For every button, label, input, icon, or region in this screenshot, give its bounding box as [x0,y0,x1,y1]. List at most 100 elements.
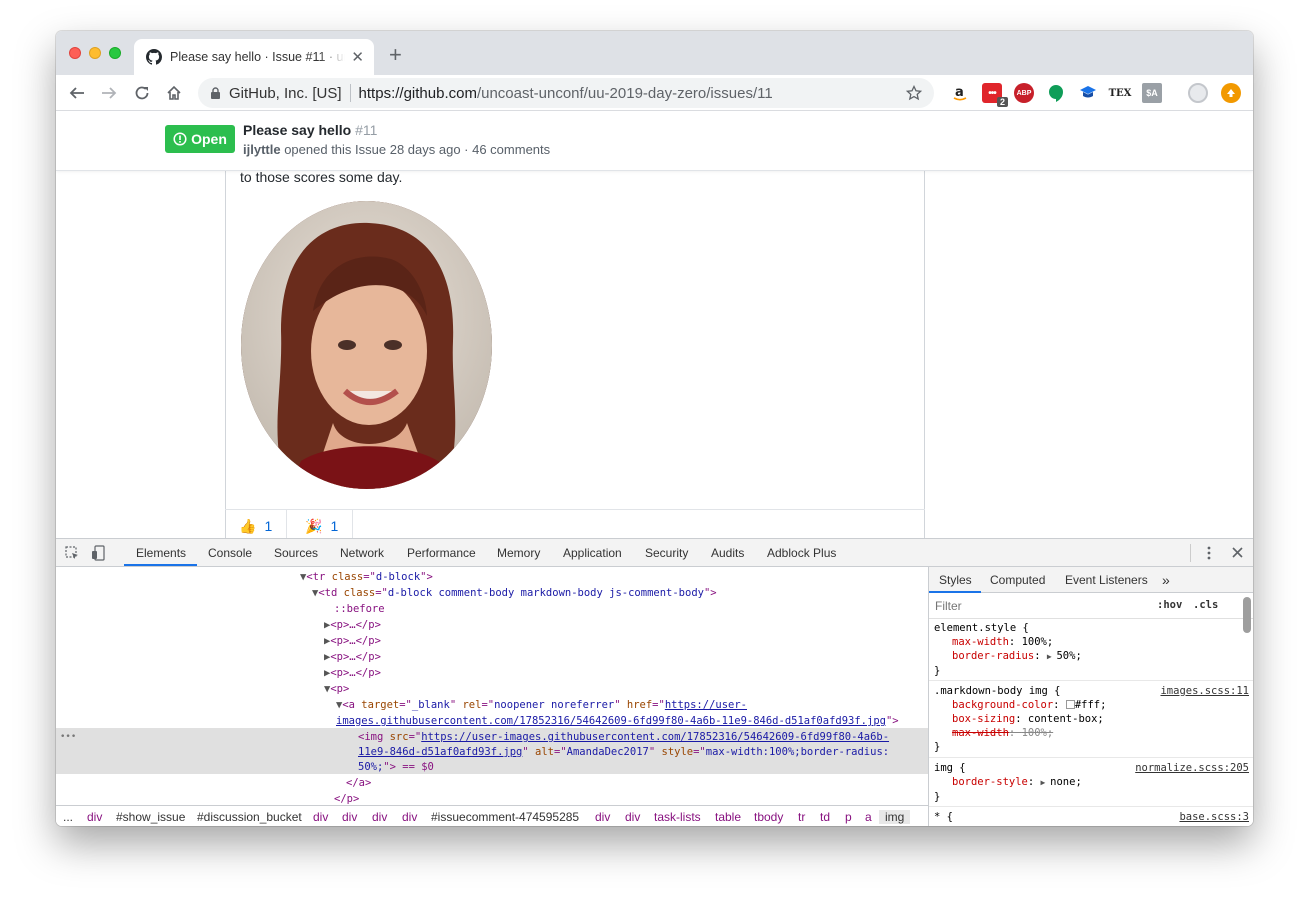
node-actions-dots[interactable]: ••• [60,729,76,745]
breadcrumb-item[interactable]: tbody [754,810,783,824]
devtools-tab-performance[interactable]: Performance [407,539,476,567]
reload-button[interactable] [130,81,154,105]
src-link[interactable]: 11e9-846d-d51af0afd93f.jpg [358,746,522,758]
devtools-tab-network[interactable]: Network [340,539,384,567]
maximize-window-button[interactable] [109,47,121,59]
devtools-tab-security[interactable]: Security [645,539,688,567]
src-link[interactable]: https://user-images.githubusercontent.co… [421,731,889,743]
hover-state-toggle[interactable]: :hov [1157,599,1182,611]
adblock-plus-extension-icon[interactable]: ABP [1014,83,1034,103]
more-options-icon[interactable] [1204,546,1214,560]
breadcrumb-item[interactable]: #discussion_bucket [197,810,302,824]
rule-source-link[interactable]: normalize.scss:205 [1135,761,1249,775]
devtools-tab-memory[interactable]: Memory [497,539,540,567]
style-rule-img[interactable]: img { normalize.scss:205 border-style: ▶… [929,759,1253,807]
lastpass-extension-icon[interactable]: ••• 2 [982,83,1008,107]
href-link[interactable]: https://user- [665,699,747,711]
css-property-overridden[interactable]: max-width [952,727,1009,739]
update-icon[interactable] [1221,83,1241,103]
styles-scrollbar[interactable] [1243,597,1251,633]
new-tab-button[interactable]: + [389,44,402,66]
class-toggle[interactable]: .cls [1193,599,1218,611]
more-tabs-icon[interactable]: » [1162,567,1170,593]
style-rule-star[interactable]: * { base.scss:3 [929,808,1253,826]
home-button[interactable] [162,81,186,105]
inspect-element-icon[interactable] [65,546,80,561]
browser-tab-active[interactable]: Please say hello · Issue #11 · uncoast-u… [134,39,374,75]
css-value[interactable]: #fff; [1075,699,1107,711]
reaction-thumbs-up[interactable]: 👍 1 [225,510,288,538]
breadcrumb-item[interactable]: tr [798,810,805,824]
breadcrumb-item[interactable]: div [595,810,610,824]
tex-extension-icon[interactable]: TEX [1109,83,1132,103]
comment-image[interactable] [241,201,492,489]
tab-close-icon[interactable]: ✕ [351,50,364,65]
breadcrumb-item[interactable]: #show_issue [116,810,185,824]
style-rule-markdown-img[interactable]: .markdown-body img { images.scss:11 back… [929,682,1253,758]
device-toolbar-icon[interactable] [91,545,106,561]
dom-node-a-cont[interactable]: images.githubusercontent.com/17852316/54… [336,713,899,729]
minimize-window-button[interactable] [89,47,101,59]
bookmark-star-icon[interactable] [906,85,922,101]
site-identity[interactable]: GitHub, Inc. [US] [229,85,342,102]
dom-node-p-collapsed[interactable]: ▶<p>…</p> [324,617,381,633]
breadcrumb-item[interactable]: ... [63,810,73,824]
css-value[interactable]: 100%; [1022,636,1054,648]
breadcrumb-item[interactable]: div [313,810,328,824]
devtools-tab-sources[interactable]: Sources [274,539,318,567]
dom-node-p-open[interactable]: ▼<p> [324,681,349,697]
dom-node-p-collapsed[interactable]: ▶<p>…</p> [324,665,381,681]
styles-tab-computed[interactable]: Computed [990,567,1045,593]
breadcrumb-item[interactable]: div [402,810,417,824]
href-link[interactable]: images.githubusercontent.com/17852316/54… [336,715,886,727]
dom-node-p-collapsed[interactable]: ▶<p>…</p> [324,649,381,665]
cap-extension-icon[interactable] [1078,83,1098,103]
rule-source-link[interactable]: images.scss:11 [1160,684,1249,698]
styles-tab-event-listeners[interactable]: Event Listeners [1065,567,1148,593]
amazon-extension-icon[interactable]: a [950,83,970,103]
style-rule-element[interactable]: element.style { max-width: 100%; border-… [929,619,1253,681]
rule-source-link[interactable]: base.scss:3 [1179,810,1249,824]
dom-node-a[interactable]: ▼<a target="_blank" rel="noopener norefe… [336,697,747,713]
css-value[interactable]: none; [1050,776,1082,788]
issue-author-link[interactable]: ijlyttle [243,142,281,157]
css-property[interactable]: background-color [952,699,1053,711]
dom-node-p-collapsed[interactable]: ▶<p>…</p> [324,633,381,649]
close-devtools-icon[interactable] [1232,547,1243,558]
breadcrumb-item[interactable]: p [845,810,852,824]
breadcrumb-item[interactable]: div [87,810,102,824]
css-value-overridden[interactable]: 100%; [1022,727,1054,739]
back-button[interactable] [65,81,89,105]
breadcrumb-item[interactable]: #issuecomment-474595285 [431,810,579,824]
dom-pseudo-before[interactable]: ::before [334,601,385,617]
sa-extension-icon[interactable]: $A [1142,83,1162,103]
devtools-tab-elements[interactable]: Elements [136,539,186,567]
css-property[interactable]: box-sizing [952,713,1015,725]
devtools-tab-adblock-plus[interactable]: Adblock Plus [767,539,836,567]
forward-button[interactable] [97,81,121,105]
styles-filter-input[interactable] [935,597,1145,615]
breadcrumb-item[interactable]: table [715,810,741,824]
dom-node-img-cont[interactable]: 11e9-846d-d51af0afd93f.jpg" alt="AmandaD… [358,744,889,760]
css-property[interactable]: border-radius [952,650,1034,662]
breadcrumb-item-selected[interactable]: img [879,810,911,824]
css-property[interactable]: max-width [952,636,1009,648]
breadcrumb-item[interactable]: a [865,810,872,824]
breadcrumb-item[interactable]: td [820,810,830,824]
profile-avatar[interactable] [1188,83,1208,103]
close-window-button[interactable] [69,47,81,59]
devtools-tab-application[interactable]: Application [563,539,622,567]
breadcrumb-item[interactable]: div [342,810,357,824]
breadcrumb-item[interactable]: div [372,810,387,824]
reaction-hooray[interactable]: 🎉 1 [291,510,354,538]
breadcrumb-item[interactable]: task-lists [654,810,701,824]
address-bar[interactable]: GitHub, Inc. [US] https://github.com/unc… [198,78,934,108]
hangouts-extension-icon[interactable] [1046,83,1066,103]
devtools-tab-console[interactable]: Console [208,539,252,567]
css-value[interactable]: 50%; [1056,650,1081,662]
color-swatch[interactable] [1065,700,1075,709]
dom-node-td[interactable]: ▼<td class="d-block comment-body markdow… [312,585,717,601]
css-property[interactable]: border-style [952,776,1028,788]
styles-tab-styles[interactable]: Styles [939,567,972,593]
breadcrumb-item[interactable]: div [625,810,640,824]
